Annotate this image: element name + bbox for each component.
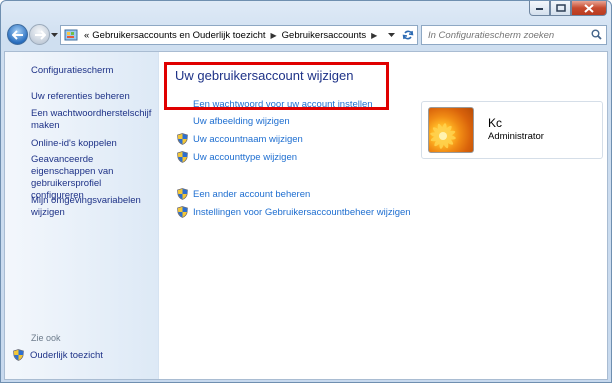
back-button[interactable]	[7, 24, 28, 45]
change-account-type-label: Uw accounttype wijzigen	[193, 151, 298, 163]
caption-buttons	[529, 1, 607, 16]
search-box[interactable]	[421, 25, 607, 45]
control-panel-window: « Gebruikersaccounts en Ouderlijk toezic…	[0, 0, 612, 383]
manage-another-account-label: Een ander account beheren	[193, 188, 311, 200]
forward-arrow-icon	[34, 29, 46, 40]
sidebar-link-link-online-ids[interactable]: Online-id's koppelen	[31, 138, 117, 150]
breadcrumb-separator-icon[interactable]: ▶	[371, 31, 377, 40]
change-picture-label: Uw afbeelding wijzigen	[193, 116, 290, 127]
maximize-button[interactable]	[550, 1, 571, 16]
see-also-label: Zie ook	[31, 333, 61, 343]
content-area: Configuratiescherm Uw referenties behere…	[4, 51, 608, 380]
flower-picture	[430, 123, 456, 149]
uac-shield-icon	[177, 133, 188, 145]
search-icon[interactable]	[591, 29, 602, 42]
breadcrumb-user-accounts[interactable]: Gebruikersaccounts	[282, 30, 366, 41]
title-bar	[1, 1, 611, 19]
uac-shield-icon	[177, 188, 188, 200]
forward-button[interactable]	[29, 24, 50, 45]
user-name: Kc	[488, 116, 503, 130]
uac-settings-label: Instellingen voor Gebruikersaccountbehee…	[193, 206, 411, 218]
main-pane: Uw gebruikersaccount wijzigen Een wachtw…	[159, 52, 607, 379]
change-account-name-link[interactable]: Uw accountnaam wijzigen	[177, 133, 303, 145]
set-password-label: Een wachtwoord voor uw account instellen	[193, 99, 373, 110]
uac-shield-icon	[177, 151, 188, 163]
search-input[interactable]	[428, 27, 588, 43]
sidebar-link-manage-credentials[interactable]: Uw referenties beheren	[31, 91, 130, 103]
change-account-type-link[interactable]: Uw accounttype wijzigen	[177, 151, 297, 163]
control-panel-icon	[64, 29, 78, 41]
maximize-icon	[555, 4, 566, 12]
chevron-down-icon	[51, 33, 58, 37]
parental-controls-label: Ouderlijk toezicht	[30, 349, 103, 361]
avatar	[428, 107, 474, 153]
minimize-icon	[536, 8, 543, 10]
close-icon	[584, 3, 594, 13]
minimize-button[interactable]	[529, 1, 550, 16]
sidebar-link-parental-controls[interactable]: Ouderlijk toezicht	[13, 349, 103, 361]
back-arrow-icon	[11, 29, 23, 40]
refresh-icon	[402, 30, 413, 40]
chevron-down-icon	[388, 32, 395, 37]
uac-settings-link[interactable]: Instellingen voor Gebruikersaccountbehee…	[177, 206, 411, 218]
manage-another-account-link[interactable]: Een ander account beheren	[177, 188, 310, 200]
breadcrumb-separator-icon[interactable]: ▶	[271, 31, 277, 40]
recent-pages-dropdown[interactable]	[51, 30, 58, 40]
sidebar-link-control-panel-home[interactable]: Configuratiescherm	[31, 65, 113, 77]
address-overflow-button[interactable]: «	[84, 30, 89, 41]
user-role: Administrator	[488, 131, 544, 142]
refresh-button[interactable]	[398, 25, 418, 45]
navigation-bar: « Gebruikersaccounts en Ouderlijk toezic…	[1, 21, 611, 49]
user-tile: Kc Administrator	[421, 101, 603, 159]
breadcrumb-user-accounts-family-safety[interactable]: Gebruikersaccounts en Ouderlijk toezicht	[92, 30, 265, 41]
uac-shield-icon	[13, 349, 24, 361]
address-bar[interactable]: « Gebruikersaccounts en Ouderlijk toezic…	[60, 25, 418, 45]
set-password-link[interactable]: Een wachtwoord voor uw account instellen	[193, 99, 373, 110]
close-button[interactable]	[571, 1, 607, 16]
change-account-name-label: Uw accountnaam wijzigen	[193, 133, 303, 145]
task-pane: Configuratiescherm Uw referenties behere…	[5, 52, 159, 379]
uac-shield-icon	[177, 206, 188, 218]
sidebar-link-password-reset-disk[interactable]: Een wachtwoordherstelschijf maken	[31, 108, 153, 132]
address-history-dropdown[interactable]	[388, 26, 395, 44]
change-picture-link[interactable]: Uw afbeelding wijzigen	[193, 116, 290, 127]
sidebar-link-environment-variables[interactable]: Mijn omgevingsvariabelen wijzigen	[31, 195, 155, 219]
